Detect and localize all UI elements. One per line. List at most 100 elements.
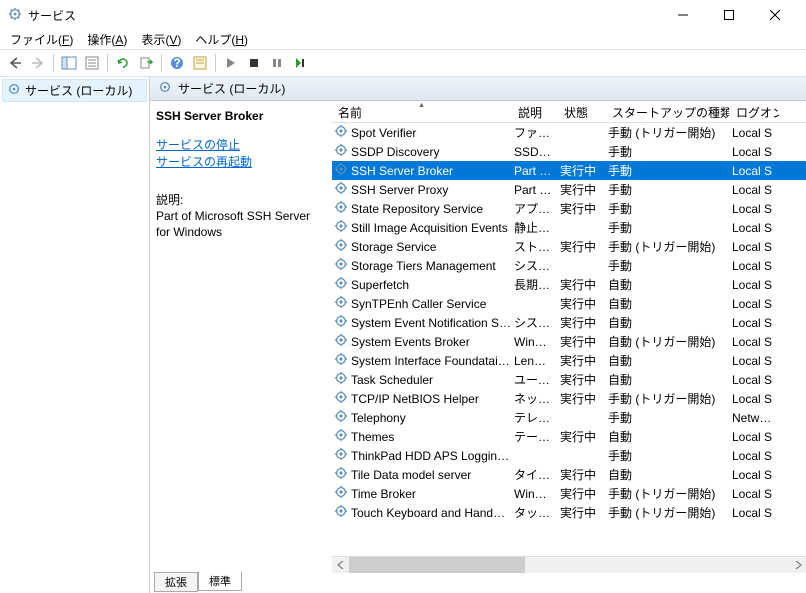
gear-icon — [334, 409, 348, 426]
service-desc-cell: タッチ… — [512, 504, 558, 521]
stop-service-button[interactable] — [243, 52, 265, 74]
restart-service-link[interactable]: サービスの再起動 — [156, 154, 326, 171]
properties-button[interactable] — [81, 52, 103, 74]
gear-icon — [334, 466, 348, 483]
service-status-cell: 実行中 — [558, 238, 606, 255]
service-status-cell: 実行中 — [558, 466, 606, 483]
back-button[interactable] — [4, 52, 26, 74]
service-logon-cell: Local S — [730, 221, 780, 235]
service-logon-cell: Local S — [730, 487, 780, 501]
tree-item-services-local[interactable]: サービス (ローカル) — [2, 79, 147, 102]
scroll-left-button[interactable] — [332, 557, 349, 574]
service-name-cell: TCP/IP NetBIOS Helper — [351, 392, 479, 406]
service-row[interactable]: Storage Tiers Managementシステ…手動Local S — [332, 256, 806, 275]
service-name-cell: Tile Data model server — [351, 468, 471, 482]
service-row[interactable]: System Interface Foundatai…Leno…実行中自動Loc… — [332, 351, 806, 370]
service-logon-cell: Local S — [730, 202, 780, 216]
service-logon-cell: Local S — [730, 506, 780, 520]
properties2-button[interactable] — [189, 52, 211, 74]
service-name-cell: SSH Server Broker — [351, 164, 453, 178]
scrollbar-thumb[interactable] — [349, 557, 525, 574]
column-name[interactable]: 名前▴ — [332, 101, 512, 122]
gear-icon — [334, 390, 348, 407]
gear-icon — [334, 257, 348, 274]
service-desc-cell: Part … — [512, 183, 558, 197]
column-description[interactable]: 説明 — [512, 101, 558, 122]
menu-view[interactable]: 表示(V) — [135, 30, 187, 49]
pause-service-button[interactable] — [266, 52, 288, 74]
refresh-button[interactable] — [112, 52, 134, 74]
service-desc-cell: ファイ… — [512, 124, 558, 141]
service-name-cell: Time Broker — [351, 487, 416, 501]
forward-button[interactable] — [27, 52, 49, 74]
menu-action[interactable]: 操作(A) — [81, 30, 133, 49]
service-desc-cell: 長期… — [512, 276, 558, 293]
service-status-cell: 実行中 — [558, 504, 606, 521]
restart-service-button[interactable] — [289, 52, 311, 74]
gear-icon — [334, 162, 348, 179]
service-logon-cell: Local S — [730, 240, 780, 254]
column-logon[interactable]: ログオン — [730, 101, 780, 122]
service-row[interactable]: TCP/IP NetBIOS Helperネット…実行中手動 (トリガー開始)L… — [332, 389, 806, 408]
close-button[interactable] — [752, 0, 798, 30]
menubar: ファイル(F) 操作(A) 表示(V) ヘルプ(H) — [0, 30, 806, 49]
gear-icon — [334, 371, 348, 388]
service-row[interactable]: Touch Keyboard and Hand…タッチ…実行中手動 (トリガー開… — [332, 503, 806, 522]
horizontal-scrollbar[interactable] — [332, 556, 806, 573]
service-row[interactable]: Storage Serviceストレ…実行中手動 (トリガー開始)Local S — [332, 237, 806, 256]
service-row[interactable]: Time BrokerWinR…実行中手動 (トリガー開始)Local S — [332, 484, 806, 503]
tab-standard[interactable]: 標準 — [198, 571, 242, 591]
stop-service-link[interactable]: サービスの停止 — [156, 137, 326, 154]
start-service-button[interactable] — [220, 52, 242, 74]
scroll-right-button[interactable] — [789, 557, 806, 574]
service-desc-cell: ユーザ… — [512, 371, 558, 388]
service-row[interactable]: SSH Server BrokerPart …実行中手動Local S — [332, 161, 806, 180]
service-startup-cell: 自動 (トリガー開始) — [606, 333, 730, 350]
column-startup[interactable]: スタートアップの種類 — [606, 101, 730, 122]
service-logon-cell: Local S — [730, 373, 780, 387]
service-row[interactable]: SSH Server ProxyPart …実行中手動Local S — [332, 180, 806, 199]
service-startup-cell: 手動 (トリガー開始) — [606, 238, 730, 255]
menu-file[interactable]: ファイル(F) — [4, 30, 79, 49]
service-name-cell: Spot Verifier — [351, 126, 416, 140]
service-row[interactable]: System Event Notification S…システ…実行中自動Loc… — [332, 313, 806, 332]
service-row[interactable]: SynTPEnh Caller Service実行中自動Local S — [332, 294, 806, 313]
service-name-cell: Themes — [351, 430, 394, 444]
help-button[interactable]: ? — [166, 52, 188, 74]
service-row[interactable]: Still Image Acquisition Events静止…手動Local… — [332, 218, 806, 237]
minimize-button[interactable] — [660, 0, 706, 30]
service-name-cell: System Interface Foundatai… — [351, 354, 510, 368]
maximize-button[interactable] — [706, 0, 752, 30]
service-status-cell: 実行中 — [558, 295, 606, 312]
column-status[interactable]: 状態 — [558, 101, 606, 122]
service-row[interactable]: Superfetch長期…実行中自動Local S — [332, 275, 806, 294]
service-row[interactable]: Spot Verifierファイ…手動 (トリガー開始)Local S — [332, 123, 806, 142]
service-startup-cell: 自動 — [606, 314, 730, 331]
service-row[interactable]: State Repository Serviceアプリ…実行中手動Local S — [332, 199, 806, 218]
show-hide-tree-button[interactable] — [58, 52, 80, 74]
menu-help[interactable]: ヘルプ(H) — [189, 30, 254, 49]
service-startup-cell: 手動 (トリガー開始) — [606, 504, 730, 521]
service-startup-cell: 自動 — [606, 276, 730, 293]
service-logon-cell: Local S — [730, 468, 780, 482]
gear-icon — [334, 143, 348, 160]
service-logon-cell: Local S — [730, 354, 780, 368]
service-desc-cell: WinR… — [512, 335, 558, 349]
service-startup-cell: 手動 (トリガー開始) — [606, 390, 730, 407]
service-name-cell: SSH Server Proxy — [351, 183, 448, 197]
service-row[interactable]: System Events BrokerWinR…実行中自動 (トリガー開始)L… — [332, 332, 806, 351]
app-icon — [8, 7, 22, 24]
service-row[interactable]: Tile Data model serverタイル…実行中自動Local S — [332, 465, 806, 484]
service-row[interactable]: ThinkPad HDD APS Loggin…手動Local S — [332, 446, 806, 465]
export-button[interactable] — [135, 52, 157, 74]
service-desc-cell: ストレ… — [512, 238, 558, 255]
service-row[interactable]: Telephonyテレフ…手動Network — [332, 408, 806, 427]
gear-icon — [334, 428, 348, 445]
service-row[interactable]: SSDP DiscoverySSDP…手動Local S — [332, 142, 806, 161]
service-row[interactable]: Task Schedulerユーザ…実行中自動Local S — [332, 370, 806, 389]
service-row[interactable]: Themesテーマ…実行中自動Local S — [332, 427, 806, 446]
service-startup-cell: 手動 — [606, 162, 730, 179]
service-startup-cell: 手動 — [606, 257, 730, 274]
service-startup-cell: 自動 — [606, 352, 730, 369]
tab-extended[interactable]: 拡張 — [154, 572, 198, 592]
